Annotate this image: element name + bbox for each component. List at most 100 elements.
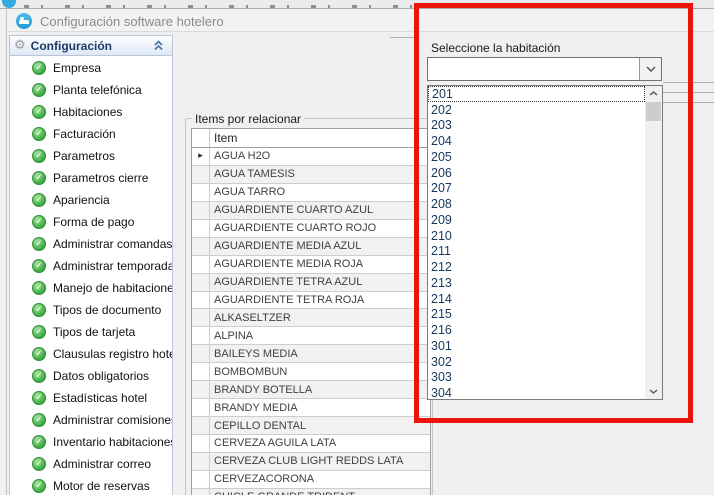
sidebar: ⚙ Configuración ✓Empresa✓Planta telefóni… xyxy=(9,35,173,495)
dropdown-option-212[interactable]: 212 xyxy=(428,259,645,275)
dropdown-option-202[interactable]: 202 xyxy=(428,102,645,118)
scroll-down-icon xyxy=(649,389,658,394)
table-row[interactable]: CERVEZA AGUILA LATA xyxy=(192,435,430,453)
sidebar-item-parametros[interactable]: ✓Parametros xyxy=(10,145,172,167)
row-selector-cell[interactable] xyxy=(192,381,210,398)
row-selector-cell[interactable] xyxy=(192,489,210,495)
row-selector-cell[interactable] xyxy=(192,184,210,201)
sidebar-item-parametros-cierre[interactable]: ✓Parametros cierre xyxy=(10,167,172,189)
sidebar-item-empresa[interactable]: ✓Empresa xyxy=(10,57,172,79)
sidebar-item-habitaciones[interactable]: ✓Habitaciones xyxy=(10,101,172,123)
sidebar-item-planta-telefonica[interactable]: ✓Planta telefónica xyxy=(10,79,172,101)
items-panel-title: Items por relacionar xyxy=(192,112,304,126)
sidebar-item-administrar-comisiones[interactable]: ✓Administrar comisiones xyxy=(10,409,172,431)
table-row[interactable]: AGUARDIENTE TETRA ROJA xyxy=(192,292,430,310)
sidebar-header[interactable]: ⚙ Configuración xyxy=(10,36,172,56)
sidebar-item-inventario-habitaciones[interactable]: ✓Inventario habitaciones xyxy=(10,431,172,453)
table-row[interactable]: BRANDY MEDIA xyxy=(192,399,430,417)
sidebar-item-estadisticas-hotel[interactable]: ✓Estadísticas hotel xyxy=(10,387,172,409)
row-selector-cell[interactable] xyxy=(192,399,210,416)
table-row[interactable]: AGUARDIENTE CUARTO ROJO xyxy=(192,220,430,238)
dropdown-option-211[interactable]: 211 xyxy=(428,244,645,260)
table-row[interactable]: AGUARDIENTE CUARTO AZUL xyxy=(192,202,430,220)
dropdown-option-303[interactable]: 303 xyxy=(428,370,645,386)
table-row[interactable]: CERVEZA CLUB LIGHT REDDS LATA xyxy=(192,453,430,471)
dropdown-option-210[interactable]: 210 xyxy=(428,228,645,244)
item-cell: CERVEZACORONA xyxy=(210,471,430,488)
sidebar-header-label: Configuración xyxy=(31,39,153,53)
sidebar-item-manejo-de-habitaciones[interactable]: ✓Manejo de habitaciones xyxy=(10,277,172,299)
combobox-dropdown-button[interactable] xyxy=(639,58,661,80)
table-row[interactable]: AGUA TAMESIS xyxy=(192,166,430,184)
row-selector-cell[interactable] xyxy=(192,435,210,452)
row-selector-cell[interactable] xyxy=(192,345,210,362)
dropdown-option-205[interactable]: 205 xyxy=(428,149,645,165)
table-row[interactable]: BAILEYS MEDIA xyxy=(192,345,430,363)
scroll-down-button[interactable] xyxy=(645,384,662,399)
sidebar-item-label: Empresa xyxy=(53,61,101,75)
screen: Configuración software hotelero ⚙ Config… xyxy=(0,0,714,495)
table-row[interactable]: ALPINA xyxy=(192,327,430,345)
dropdown-option-213[interactable]: 213 xyxy=(428,275,645,291)
table-row[interactable]: AGUARDIENTE MEDIA AZUL xyxy=(192,238,430,256)
table-row[interactable]: CERVEZACORONA xyxy=(192,471,430,489)
dropdown-option-207[interactable]: 207 xyxy=(428,181,645,197)
dropdown-option-203[interactable]: 203 xyxy=(428,118,645,134)
row-selector-cell[interactable] xyxy=(192,453,210,470)
item-column-header[interactable]: Item xyxy=(210,129,430,147)
background-app-icon xyxy=(2,0,16,8)
dropdown-option-206[interactable]: 206 xyxy=(428,165,645,181)
row-selector-cell[interactable] xyxy=(192,220,210,237)
sidebar-item-forma-de-pago[interactable]: ✓Forma de pago xyxy=(10,211,172,233)
table-row[interactable]: BRANDY BOTELLA xyxy=(192,381,430,399)
dropdown-option-204[interactable]: 204 xyxy=(428,133,645,149)
row-selector-cell[interactable] xyxy=(192,363,210,380)
dropdown-option-208[interactable]: 208 xyxy=(428,196,645,212)
sidebar-item-apariencia[interactable]: ✓Apariencia xyxy=(10,189,172,211)
room-combobox[interactable] xyxy=(427,57,662,81)
table-row[interactable]: BOMBOMBUN xyxy=(192,363,430,381)
item-cell: ALPINA xyxy=(210,327,430,344)
sidebar-item-motor-de-reservas[interactable]: ✓Motor de reservas xyxy=(10,475,172,495)
scroll-up-button[interactable] xyxy=(645,86,662,101)
dropdown-scrollbar[interactable] xyxy=(645,86,662,399)
sidebar-item-administrar-correo[interactable]: ✓Administrar correo xyxy=(10,453,172,475)
scrollbar-thumb[interactable] xyxy=(646,102,661,121)
row-selector-cell[interactable] xyxy=(192,309,210,326)
sidebar-item-tipos-de-tarjeta[interactable]: ✓Tipos de tarjeta xyxy=(10,321,172,343)
dropdown-option-301[interactable]: 301 xyxy=(428,338,645,354)
dropdown-option-216[interactable]: 216 xyxy=(428,322,645,338)
sidebar-item-administrar-temporadas[interactable]: ✓Administrar temporadas xyxy=(10,255,172,277)
sidebar-item-facturacion[interactable]: ✓Facturación xyxy=(10,123,172,145)
row-selector-cell[interactable] xyxy=(192,292,210,309)
row-selector-cell[interactable] xyxy=(192,202,210,219)
table-row[interactable]: ALKASELTZER xyxy=(192,309,430,327)
dropdown-option-214[interactable]: 214 xyxy=(428,291,645,307)
row-selector-arrow-icon[interactable]: ▸ xyxy=(192,148,210,165)
sidebar-item-administrar-comandas[interactable]: ✓Administrar comandas xyxy=(10,233,172,255)
sidebar-item-datos-obligatorios[interactable]: ✓Datos obligatorios xyxy=(10,365,172,387)
table-row[interactable]: AGUARDIENTE TETRA AZUL xyxy=(192,274,430,292)
row-selector-cell[interactable] xyxy=(192,417,210,434)
dropdown-option-304[interactable]: 304 xyxy=(428,385,645,399)
row-selector-cell[interactable] xyxy=(192,166,210,183)
check-icon: ✓ xyxy=(32,127,46,141)
dropdown-option-215[interactable]: 215 xyxy=(428,307,645,323)
chevron-double-up-icon[interactable] xyxy=(153,40,164,51)
row-selector-cell[interactable] xyxy=(192,238,210,255)
table-row[interactable]: AGUARDIENTE MEDIA ROJA xyxy=(192,256,430,274)
table-row[interactable]: CEPILLO DENTAL xyxy=(192,417,430,435)
item-cell: AGUA H2O xyxy=(210,148,430,165)
row-selector-cell[interactable] xyxy=(192,256,210,273)
row-selector-cell[interactable] xyxy=(192,471,210,488)
dropdown-option-302[interactable]: 302 xyxy=(428,354,645,370)
table-row[interactable]: CHICLE GRANDE TRIDENT xyxy=(192,489,430,495)
table-row[interactable]: ▸AGUA H2O xyxy=(192,148,430,166)
row-selector-cell[interactable] xyxy=(192,274,210,291)
dropdown-option-201[interactable]: 201 xyxy=(428,86,645,102)
dropdown-option-209[interactable]: 209 xyxy=(428,212,645,228)
sidebar-item-clausulas-registro-hotelero[interactable]: ✓Clausulas registro hotelero xyxy=(10,343,172,365)
row-selector-cell[interactable] xyxy=(192,327,210,344)
sidebar-item-tipos-de-documento[interactable]: ✓Tipos de documento xyxy=(10,299,172,321)
table-row[interactable]: AGUA TARRO xyxy=(192,184,430,202)
